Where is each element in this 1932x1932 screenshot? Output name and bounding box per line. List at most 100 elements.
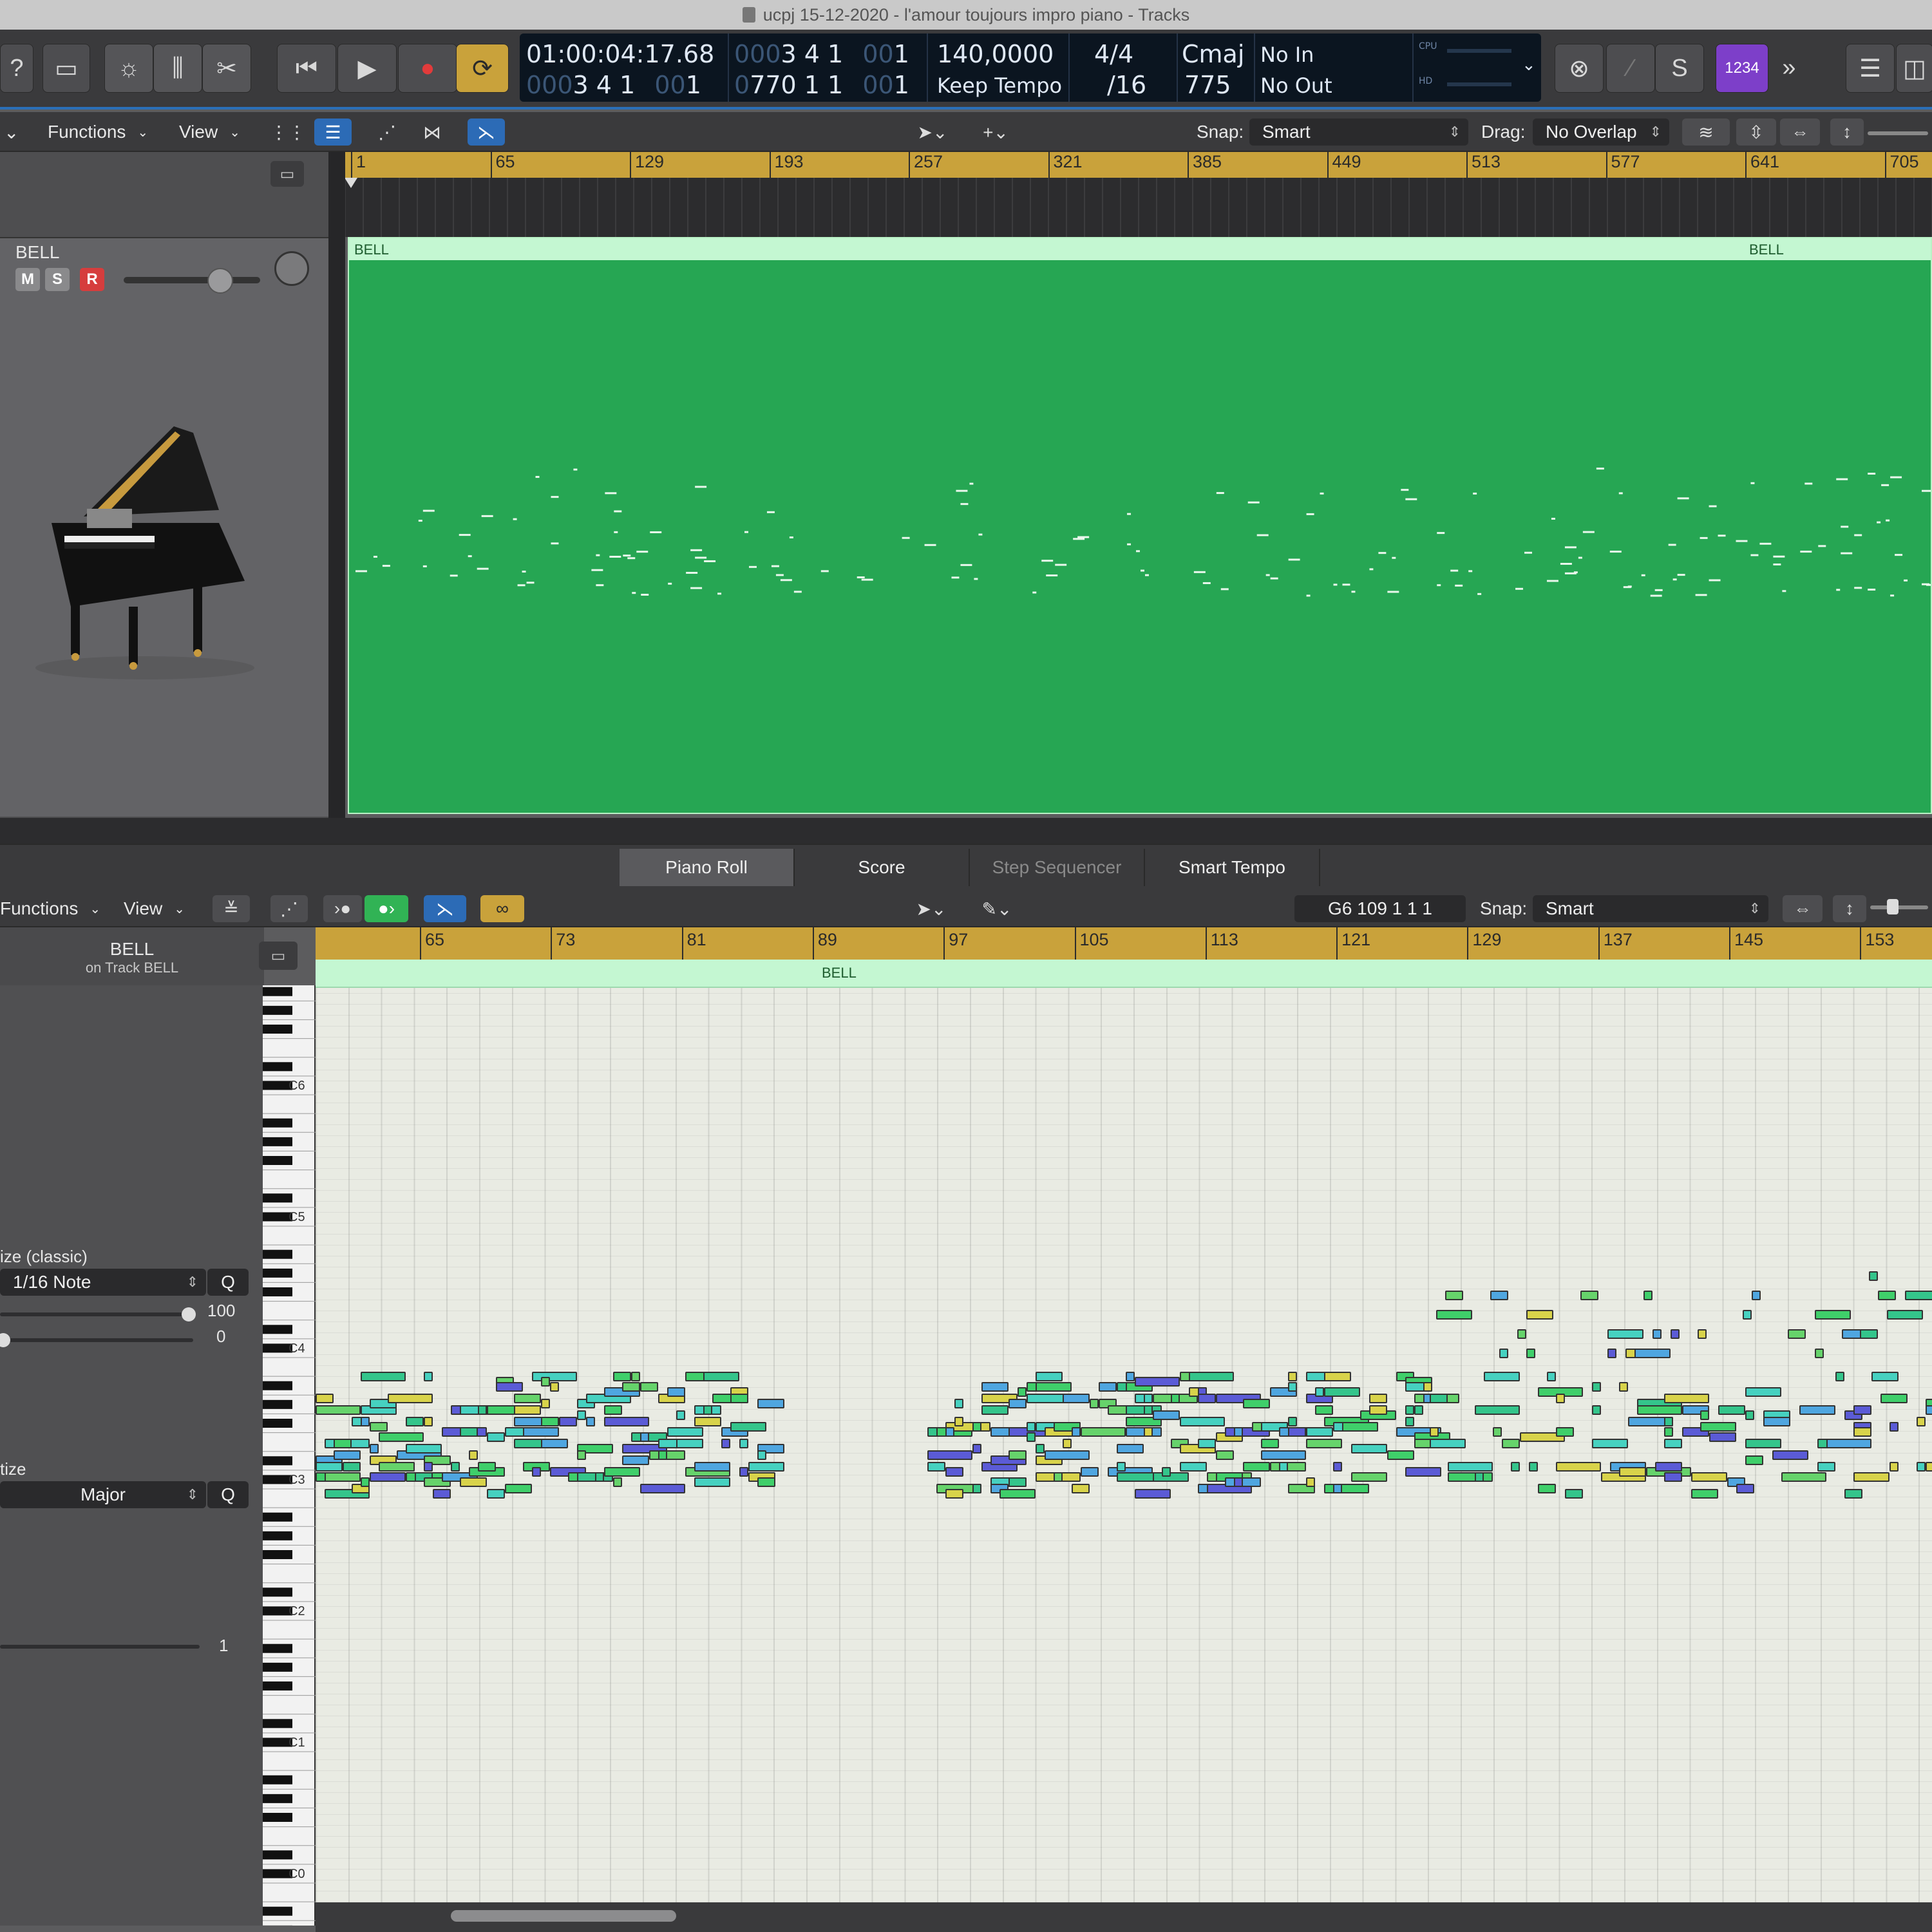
midi-note[interactable] <box>1198 1394 1216 1403</box>
snap-dropdown[interactable]: Smart ⇕ <box>1249 118 1468 146</box>
black-key[interactable] <box>263 1681 292 1690</box>
midi-note[interactable] <box>739 1467 748 1477</box>
inspector-toggle-icon[interactable]: ▭ <box>259 942 298 970</box>
midi-note[interactable] <box>1745 1410 1754 1420</box>
midi-note[interactable] <box>1556 1394 1565 1403</box>
tab-piano-roll[interactable]: Piano Roll <box>620 849 795 886</box>
black-key[interactable] <box>263 1025 292 1034</box>
midi-note[interactable] <box>1333 1484 1342 1493</box>
black-key[interactable] <box>263 1719 292 1728</box>
midi-note[interactable] <box>604 1405 622 1415</box>
count-in-button[interactable]: 1234 <box>1716 44 1768 93</box>
midi-note[interactable] <box>640 1484 685 1493</box>
midi-note[interactable] <box>478 1462 496 1472</box>
midi-note[interactable] <box>748 1462 784 1472</box>
midi-note[interactable] <box>541 1377 550 1387</box>
midi-note[interactable] <box>1126 1372 1135 1381</box>
midi-note[interactable] <box>658 1450 667 1460</box>
editor-view-menu[interactable]: View ⌄ <box>124 896 185 921</box>
midi-note[interactable] <box>999 1489 1036 1499</box>
editor-horizontal-fit-icon[interactable]: ⇔ <box>1783 895 1823 922</box>
cycle-icon[interactable]: ⟳ <box>456 44 509 93</box>
midi-note[interactable] <box>1045 1450 1090 1460</box>
midi-note[interactable] <box>1643 1291 1653 1300</box>
midi-note[interactable] <box>1448 1462 1493 1472</box>
editor-zoom-slider[interactable] <box>1870 905 1928 909</box>
panel-divider[interactable] <box>0 818 1932 844</box>
midi-note[interactable] <box>1072 1484 1090 1493</box>
midi-note[interactable] <box>1889 1462 1899 1472</box>
midi-note[interactable] <box>1315 1405 1333 1415</box>
midi-note[interactable] <box>1090 1399 1099 1408</box>
midi-note[interactable] <box>1180 1462 1207 1472</box>
midi-note[interactable] <box>1637 1405 1682 1415</box>
midi-note[interactable] <box>1880 1394 1908 1403</box>
midi-note[interactable] <box>514 1394 541 1403</box>
midi-note[interactable] <box>433 1489 451 1499</box>
midi-note[interactable] <box>1917 1417 1926 1426</box>
midi-note[interactable] <box>613 1372 631 1381</box>
lcd-display[interactable]: 01:00:04:17.68 0003 4 1 001 0003 4 1 001… <box>520 33 1541 102</box>
midi-note[interactable] <box>1853 1472 1889 1482</box>
midi-note[interactable] <box>1288 1427 1306 1437</box>
midi-note[interactable] <box>667 1427 703 1437</box>
midi-note[interactable] <box>927 1462 945 1472</box>
midi-note[interactable] <box>316 1394 334 1403</box>
midi-note[interactable] <box>334 1439 352 1448</box>
midi-note[interactable] <box>1430 1427 1439 1437</box>
midi-note[interactable] <box>1234 1477 1243 1487</box>
midi-note[interactable] <box>1009 1477 1027 1487</box>
midi-note[interactable] <box>1072 1427 1081 1437</box>
mixer-icon[interactable]: ⫼ <box>153 44 202 93</box>
midi-note[interactable] <box>640 1432 649 1442</box>
midi-note[interactable] <box>1826 1439 1871 1448</box>
midi-note[interactable] <box>1270 1462 1306 1472</box>
midi-note[interactable] <box>1700 1422 1736 1432</box>
midi-note[interactable] <box>1475 1405 1520 1415</box>
midi-note[interactable] <box>1279 1462 1288 1472</box>
secondary-tool-icon[interactable]: +⌄ <box>970 118 1021 146</box>
pencil-tool-icon[interactable]: ✎⌄ <box>971 895 1023 922</box>
functions-menu[interactable]: Functions ⌄ <box>48 120 148 144</box>
midi-note[interactable] <box>1036 1382 1072 1392</box>
midi-note[interactable] <box>361 1477 370 1487</box>
list-view-icon[interactable]: ☰ <box>314 118 352 146</box>
midi-note[interactable] <box>676 1439 703 1448</box>
time-quantize-dropdown[interactable]: 1/16 Note ⇕ <box>0 1269 206 1296</box>
midi-note[interactable] <box>1423 1382 1432 1392</box>
more-icon[interactable]: » <box>1770 44 1808 91</box>
midi-note[interactable] <box>604 1467 640 1477</box>
midi-note[interactable] <box>1691 1472 1727 1482</box>
link-icon[interactable]: ∞ <box>480 895 524 922</box>
grid-view-icon[interactable]: ⋮⋮ <box>269 118 307 146</box>
midi-note[interactable] <box>1502 1439 1520 1448</box>
midi-note[interactable] <box>1448 1472 1493 1482</box>
midi-note[interactable] <box>1917 1462 1926 1472</box>
midi-note[interactable] <box>1117 1462 1126 1472</box>
midi-note[interactable] <box>757 1477 775 1487</box>
midi-note[interactable] <box>1619 1467 1646 1477</box>
midi-note[interactable] <box>1027 1422 1036 1432</box>
black-key[interactable] <box>263 1137 292 1146</box>
midi-note[interactable] <box>1430 1439 1466 1448</box>
midi-note[interactable] <box>316 1462 343 1472</box>
midi-note[interactable] <box>945 1427 954 1437</box>
midi-note[interactable] <box>406 1444 442 1454</box>
midi-note[interactable] <box>1225 1477 1261 1487</box>
midi-note[interactable] <box>1664 1427 1673 1437</box>
midi-note[interactable] <box>1926 1405 1932 1415</box>
midi-note[interactable] <box>1556 1427 1574 1437</box>
midi-note[interactable] <box>1607 1329 1643 1339</box>
midi-note[interactable] <box>1198 1439 1216 1448</box>
midi-note[interactable] <box>1547 1372 1556 1381</box>
midi-note[interactable] <box>703 1405 712 1415</box>
help-icon[interactable]: ? <box>0 44 33 93</box>
vertical-zoom-icon[interactable]: ↕ <box>1830 118 1864 146</box>
midi-note[interactable] <box>1752 1291 1761 1300</box>
black-key[interactable] <box>263 1118 292 1128</box>
midi-note[interactable] <box>325 1472 361 1482</box>
midi-note[interactable] <box>478 1405 487 1415</box>
tab-step-sequencer[interactable]: Step Sequencer <box>970 849 1145 886</box>
midi-note[interactable] <box>1081 1427 1126 1437</box>
midi-note[interactable] <box>1664 1394 1709 1403</box>
